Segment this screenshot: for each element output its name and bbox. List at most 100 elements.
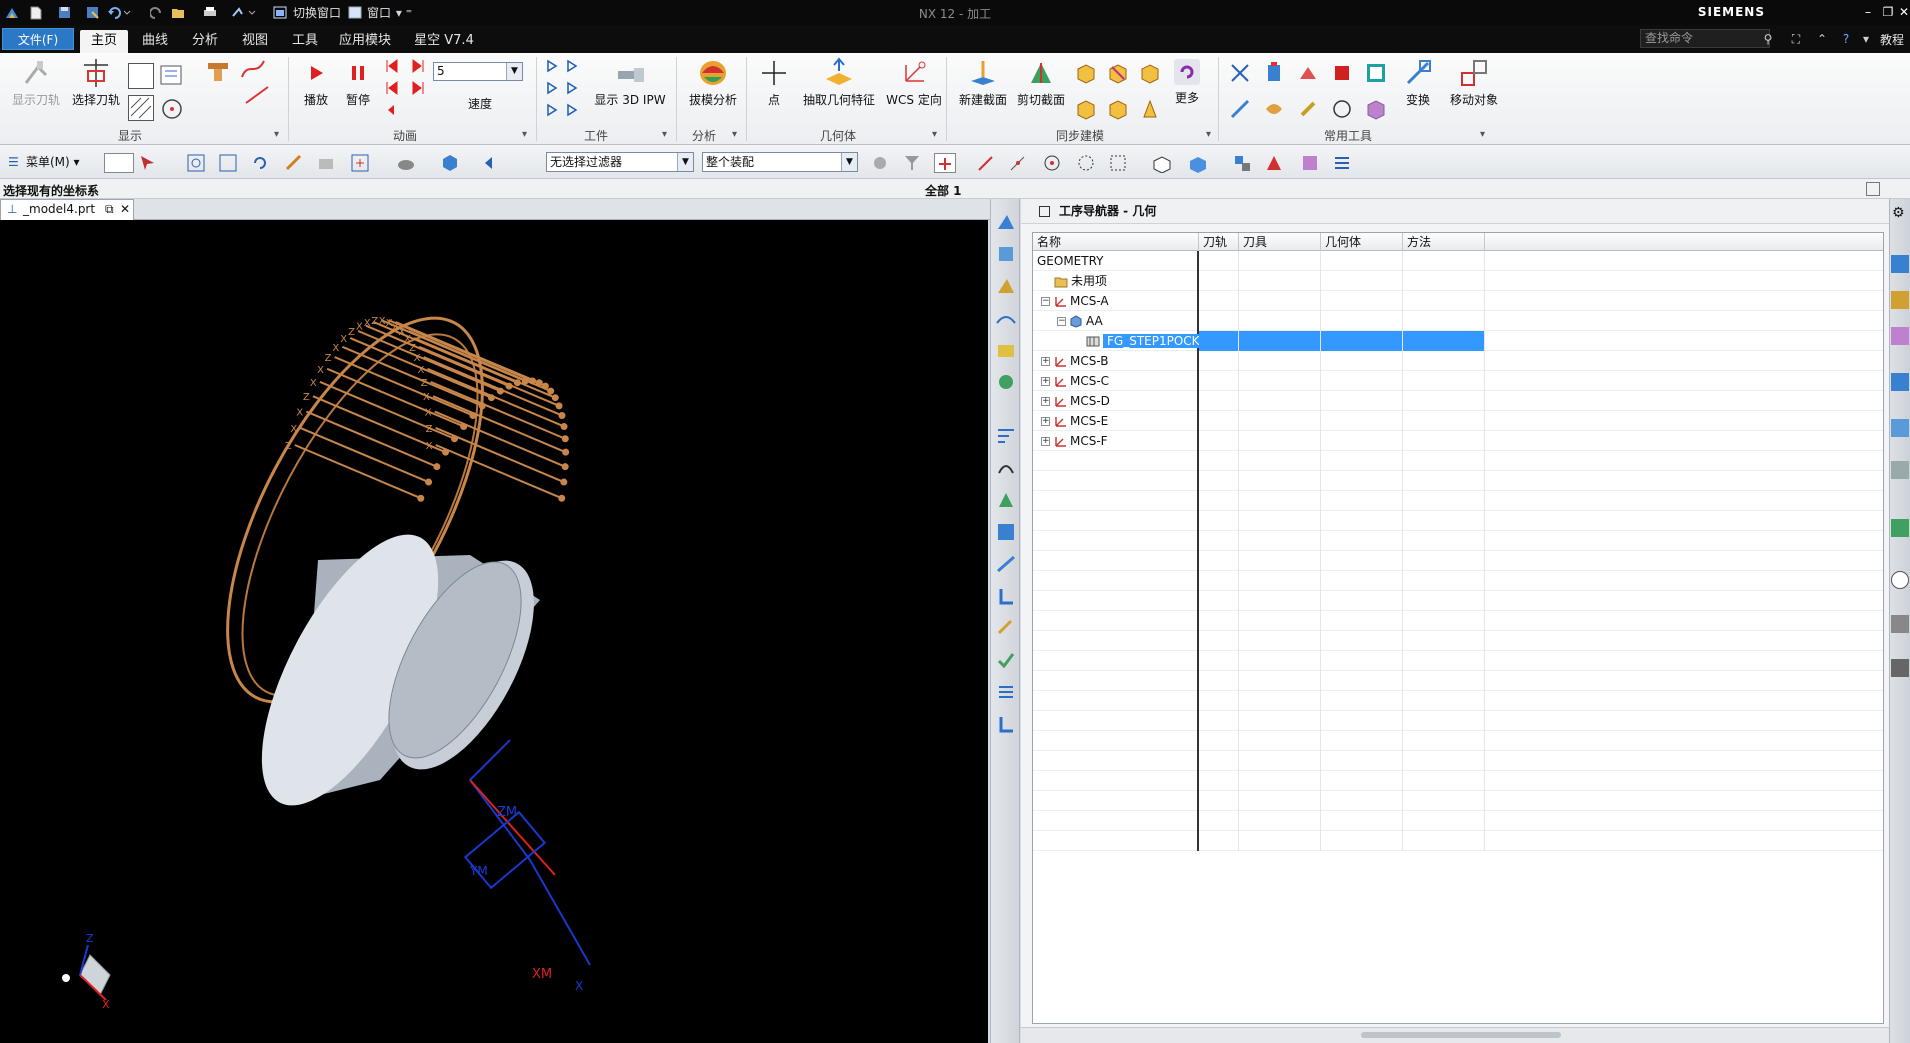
snap-endpoint-icon[interactable] xyxy=(976,153,996,173)
assembly-tool-icon[interactable] xyxy=(1300,153,1320,173)
tree-expand-toggle-icon[interactable]: + xyxy=(1041,417,1050,426)
sync-offset-face-icon[interactable] xyxy=(1074,97,1098,121)
tab-tools[interactable]: 工具 xyxy=(282,30,328,53)
tab-curve[interactable]: 曲线 xyxy=(132,30,178,53)
tab-home[interactable]: 主页 xyxy=(80,30,128,53)
chevron-down-icon[interactable]: ▼ xyxy=(677,153,693,171)
select-toolpath-button[interactable]: 选择刀轨 xyxy=(68,57,124,108)
circle-icon[interactable] xyxy=(1330,97,1354,121)
common-tool-2-icon[interactable] xyxy=(1262,61,1286,85)
assembly-nav-icon[interactable] xyxy=(1232,153,1252,173)
sync-resize-face-icon[interactable] xyxy=(1106,97,1130,121)
new-section-button[interactable]: 新建截面 xyxy=(954,57,1012,108)
workpiece-group-expand-icon[interactable]: ▾ xyxy=(662,129,667,140)
step-forward-icon[interactable] xyxy=(410,79,428,97)
chevron-down-icon[interactable]: ▼ xyxy=(841,153,857,171)
snap-quadrant-icon[interactable] xyxy=(1076,153,1096,173)
workpiece-verify-icon[interactable] xyxy=(546,57,586,75)
line-display-icon[interactable] xyxy=(244,85,272,105)
render-style-icon[interactable] xyxy=(396,153,416,173)
postprocess-icon[interactable] xyxy=(995,521,1017,543)
filter-tool-2-icon[interactable] xyxy=(902,153,922,173)
column-header-tool[interactable]: 刀具 xyxy=(1239,233,1321,251)
navigator-row[interactable]: − MCS-A xyxy=(1033,291,1883,311)
point-button[interactable]: 点 xyxy=(752,57,796,108)
common-tool-1-icon[interactable] xyxy=(1228,61,1252,85)
part-navigator-tab-icon[interactable] xyxy=(1891,327,1909,345)
assembly-list-icon[interactable] xyxy=(1332,153,1352,173)
common-tool-10-icon[interactable] xyxy=(1364,97,1388,121)
navigator-pin-icon[interactable] xyxy=(1039,206,1050,217)
tab-application[interactable]: 应用模块 xyxy=(334,30,396,53)
row-name-cell[interactable]: − AA xyxy=(1033,311,1199,331)
create-method-icon[interactable] xyxy=(995,307,1017,329)
perspective-icon[interactable] xyxy=(316,153,336,173)
scrollbar-thumb[interactable] xyxy=(1361,1032,1561,1038)
tree-expand-toggle-icon[interactable]: + xyxy=(1041,437,1050,446)
view-cube-select-icon[interactable] xyxy=(1150,153,1176,174)
play-button[interactable]: 播放 xyxy=(294,57,338,108)
path-curve-icon[interactable] xyxy=(240,57,268,81)
sync-draft-icon[interactable] xyxy=(1138,97,1162,121)
generate-toolpath-icon[interactable] xyxy=(995,425,1017,447)
row-name-cell[interactable]: + MCS-B xyxy=(1033,351,1199,371)
navigator-row[interactable]: 未用项 xyxy=(1033,271,1883,291)
help-icon[interactable]: ? xyxy=(1838,31,1854,47)
step-forward-end-icon[interactable] xyxy=(410,57,428,75)
common-tool-7-icon[interactable] xyxy=(1262,97,1286,121)
sync-group-expand-icon[interactable]: ▾ xyxy=(1206,129,1211,140)
speed-dropdown[interactable]: 5 ▼ xyxy=(433,62,523,81)
restore-icon[interactable]: ❐ xyxy=(1878,3,1898,21)
command-search-input[interactable]: 查找命令 xyxy=(1640,29,1770,48)
column-header-toolpath[interactable]: 刀轨 xyxy=(1199,233,1239,251)
replay-toolpath-icon[interactable] xyxy=(995,457,1017,479)
common-tool-5-icon[interactable] xyxy=(1364,61,1388,85)
pause-button[interactable]: 暂停 xyxy=(336,57,380,108)
rewind-icon[interactable] xyxy=(382,101,400,119)
navigator-row[interactable]: + MCS-C xyxy=(1033,371,1883,391)
row-name-cell[interactable]: + MCS-C xyxy=(1033,371,1199,391)
fit-view-icon[interactable] xyxy=(186,153,206,173)
operation-navigator-tab-icon[interactable] xyxy=(1891,373,1909,391)
clip-section-button[interactable]: 剪切截面 xyxy=(1012,57,1070,108)
box-select-icon[interactable] xyxy=(1108,153,1128,173)
navigator-row[interactable]: + MCS-F xyxy=(1033,431,1883,451)
machine-control-icon[interactable] xyxy=(995,585,1017,607)
navigator-row[interactable]: + MCS-E xyxy=(1033,411,1883,431)
reuse-library-tab-icon[interactable] xyxy=(1891,461,1909,479)
wcs-orient-button[interactable]: WCS 定向 xyxy=(882,57,946,108)
navigator-row[interactable]: − AA xyxy=(1033,311,1883,331)
display-group-expand-icon[interactable]: ▾ xyxy=(274,129,279,140)
document-tab[interactable]: ⊥ _model4.prt ⧉ ✕ xyxy=(0,199,134,220)
select-options-icon[interactable] xyxy=(138,153,158,173)
row-name-cell[interactable]: FG_STEP1POCKET xyxy=(1033,331,1219,351)
navigator-row[interactable]: GEOMETRY xyxy=(1033,251,1883,271)
row-name-cell[interactable]: + MCS-E xyxy=(1033,411,1199,431)
analysis-group-expand-icon[interactable]: ▾ xyxy=(732,129,737,140)
chevron-up-icon[interactable]: ⌃ xyxy=(1814,31,1830,47)
show-toolpath-button[interactable]: 显示刀轨 xyxy=(8,57,64,108)
tree-expand-toggle-icon[interactable]: − xyxy=(1041,297,1050,306)
create-geometry-icon[interactable] xyxy=(995,275,1017,297)
fullscreen-icon[interactable]: ⛶ xyxy=(1788,31,1804,47)
common-tool-4-icon[interactable] xyxy=(1330,61,1354,85)
selection-type-icon[interactable] xyxy=(104,153,134,173)
tool-path-check-icon[interactable] xyxy=(995,649,1017,671)
file-menu-button[interactable]: 文件(F) xyxy=(2,28,74,50)
constraint-navigator-tab-icon[interactable] xyxy=(1891,291,1909,309)
assembly-navigator-tab-icon[interactable] xyxy=(1891,255,1909,273)
tool-path-simulate-icon[interactable] xyxy=(995,713,1017,735)
pan-icon[interactable] xyxy=(284,153,304,173)
settings-gear-icon[interactable]: ⚙ xyxy=(1892,205,1905,221)
workpiece-3d-icon[interactable] xyxy=(546,101,586,119)
rotate-icon[interactable] xyxy=(250,153,270,173)
filter-tool-1-icon[interactable] xyxy=(870,153,890,173)
navigator-row[interactable]: + MCS-B xyxy=(1033,351,1883,371)
tab-xingkong-plugin[interactable]: 星空 V7.4 xyxy=(406,30,482,53)
workpiece-replay-icon[interactable] xyxy=(546,79,586,97)
3d-model-view[interactable]: ZXXZXXZXXZ X X Z X X Z XXZXXZXXZX ZM XM YM X Z … xyxy=(0,220,988,1043)
hatch-display-icon[interactable] xyxy=(128,95,154,121)
view-triad[interactable]: Z X xyxy=(62,932,111,1011)
navigator-row[interactable]: + MCS-D xyxy=(1033,391,1883,411)
verify-toolpath-icon[interactable] xyxy=(995,489,1017,511)
